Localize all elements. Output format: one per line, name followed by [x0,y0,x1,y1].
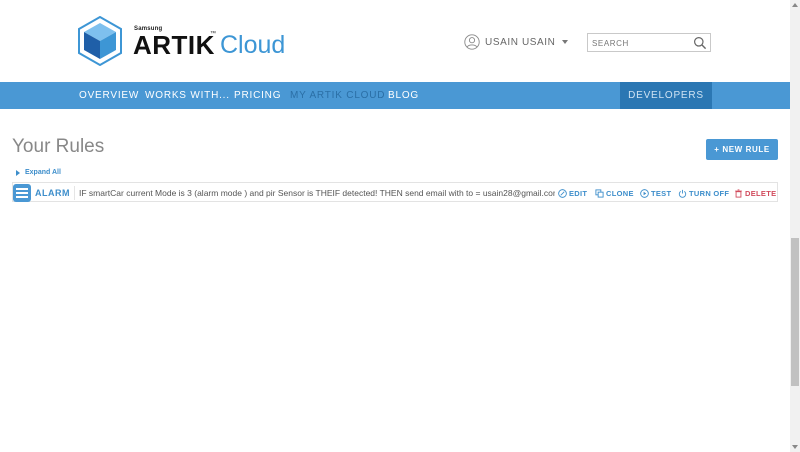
search-box [587,33,711,52]
expand-all-label: Expand All [25,169,61,176]
header: Samsung ARTIK ™ Cloud USAIN USAIN [0,0,790,82]
nav-item-blog[interactable]: BLOG [388,82,419,109]
logo-tm-text: ™ [210,31,216,37]
trash-icon [735,188,742,198]
vertical-scrollbar[interactable] [790,0,800,452]
power-icon [678,189,687,198]
turn-off-label: TURN OFF [689,188,730,198]
rule-divider [74,186,75,200]
nav-item-pricing[interactable]: PRICING [234,82,281,109]
clone-label: CLONE [606,188,634,198]
cube-logo-icon [78,16,122,66]
edit-icon [558,188,567,198]
caret-right-icon [16,169,20,176]
scroll-up-icon[interactable] [792,3,798,7]
delete-rule-button[interactable]: DELETE [734,183,776,203]
logo-cloud-text: Cloud [220,31,286,59]
nav-item-developers[interactable]: DEVELOPERS [620,82,712,109]
nav-item-works-with[interactable]: WORKS WITH... [145,82,230,109]
page: Samsung ARTIK ™ Cloud USAIN USAIN OVERVI… [0,0,800,452]
expand-all-toggle[interactable]: Expand All [16,169,61,176]
search-input[interactable] [592,36,692,50]
play-icon [640,188,649,198]
main-nav: OVERVIEW WORKS WITH... PRICING MY ARTIK … [0,82,790,109]
logo-artik-text: ARTIK [133,30,215,60]
page-title: Your Rules [12,136,105,157]
turn-off-rule-button[interactable]: TURN OFF [678,183,729,203]
rule-description: IF smartCar current Mode is 3 (alarm mod… [79,188,555,198]
rule-row: ALARM IF smartCar current Mode is 3 (ala… [12,182,778,202]
user-name: USAIN USAIN [485,36,556,48]
new-rule-button[interactable]: + NEW RULE [706,139,778,160]
clone-icon [595,188,604,198]
nav-item-overview[interactable]: OVERVIEW [79,82,139,109]
clone-rule-button[interactable]: CLONE [595,183,634,203]
rule-menu-icon[interactable] [13,184,31,202]
scrollbar-thumb[interactable] [791,238,799,386]
user-avatar-icon [464,34,480,50]
edit-rule-button[interactable]: EDIT [558,183,587,203]
edit-label: EDIT [569,188,588,198]
chevron-down-icon [561,40,568,44]
delete-label: DELETE [745,188,777,198]
nav-item-my-artik-cloud[interactable]: MY ARTIK CLOUD [290,82,385,109]
test-label: TEST [651,188,672,198]
scroll-down-icon[interactable] [792,445,798,449]
artik-cloud-logo[interactable]: Samsung ARTIK ™ Cloud [78,16,288,68]
search-icon[interactable] [693,36,707,50]
rule-name[interactable]: ALARM [35,183,70,203]
test-rule-button[interactable]: TEST [640,183,671,203]
user-menu[interactable]: USAIN USAIN [464,33,568,51]
